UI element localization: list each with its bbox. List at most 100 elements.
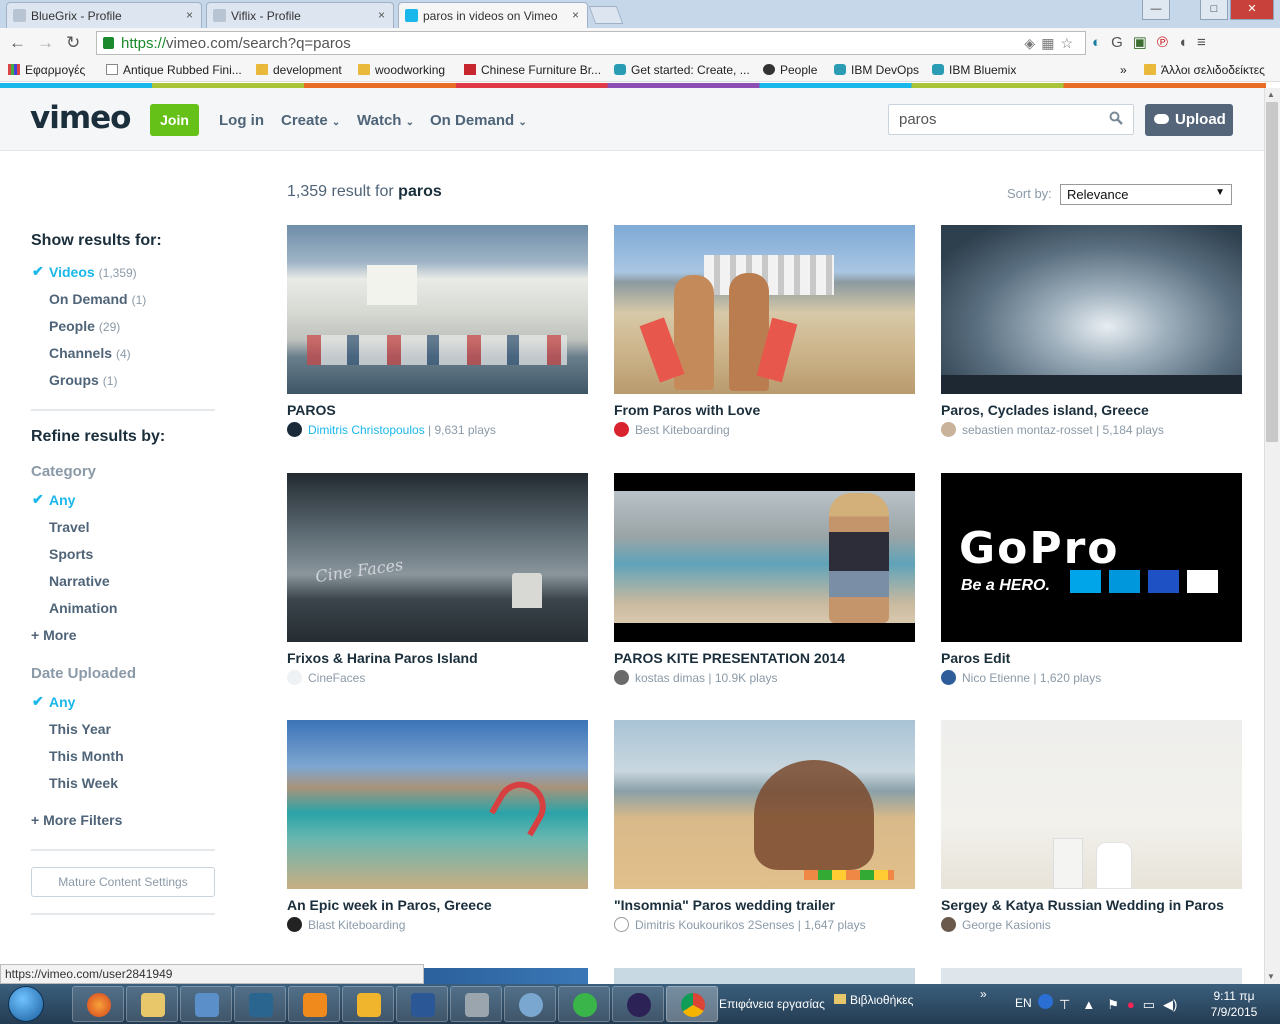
tab-vimeo-search[interactable]: paros in videos on Vimeo × (398, 2, 588, 29)
menu-icon[interactable]: ≡ (1197, 34, 1216, 51)
category-sports[interactable]: Sports (49, 546, 93, 562)
desktop-toolbar-label[interactable]: Επιφάνεια εργασίας (719, 997, 825, 1011)
taskbar-settings[interactable] (504, 986, 556, 1022)
video-author[interactable]: Dimitris Koukourikos 2Senses (635, 918, 794, 932)
taskbar-eclipse[interactable] (612, 986, 664, 1022)
video-author[interactable]: Blast Kiteboarding (308, 918, 405, 932)
login-link[interactable]: Log in (219, 112, 264, 129)
video-title[interactable]: From Paros with Love (614, 402, 915, 418)
bookmark-chinese-furniture[interactable]: Chinese Furniture Br... (464, 63, 601, 77)
video-card[interactable]: GoPro Be a HERO. Paros Edit Nico Etienne… (941, 473, 1242, 685)
avatar[interactable] (614, 670, 629, 685)
video-title[interactable]: PAROS KITE PRESENTATION 2014 (614, 650, 915, 666)
maximize-button[interactable]: □ (1200, 0, 1228, 20)
taskbar-chrome[interactable] (666, 986, 718, 1022)
taskbar-app-green[interactable] (558, 986, 610, 1022)
avatar[interactable] (941, 670, 956, 685)
taskbar-explorer[interactable] (126, 986, 178, 1022)
bookmark-apps[interactable]: Εφαρμογές (8, 63, 85, 77)
video-card[interactable]: "Insomnia" Paros wedding trailer Dimitri… (614, 720, 915, 932)
bookmark-development[interactable]: development (256, 63, 342, 77)
more-filters-link[interactable]: + More Filters (31, 812, 122, 828)
video-card[interactable]: Paros, Cyclades island, Greece sebastien… (941, 225, 1242, 437)
video-author[interactable]: kostas dimas (635, 671, 705, 685)
extension-image-icon[interactable]: ▣ (1133, 34, 1157, 51)
new-tab-button[interactable] (588, 6, 624, 24)
video-thumbnail[interactable] (941, 225, 1242, 394)
extension-g-icon[interactable]: G (1111, 34, 1133, 51)
nav-on-demand[interactable]: On Demand ⌄ (430, 112, 527, 129)
avatar[interactable] (287, 917, 302, 932)
category-travel[interactable]: Travel (49, 519, 89, 535)
minimize-button[interactable]: — (1142, 0, 1170, 20)
tab-close-icon[interactable]: × (572, 8, 579, 22)
video-title[interactable]: Frixos & Harina Paros Island (287, 650, 588, 666)
action-center-icon[interactable]: ⚑ (1107, 997, 1119, 1012)
pinterest-icon[interactable]: ℗ (1157, 34, 1178, 51)
avatar[interactable] (614, 422, 629, 437)
filter-groups[interactable]: Groups (1) (49, 372, 117, 388)
filter-on-demand[interactable]: On Demand (1) (49, 291, 146, 307)
video-card[interactable]: Sergey & Katya Russian Wedding in Paros … (941, 720, 1242, 932)
video-thumbnail[interactable] (614, 473, 915, 642)
avatar[interactable] (941, 422, 956, 437)
extension-wave-icon[interactable]: ◐ (1092, 34, 1111, 51)
vimeo-logo[interactable]: vimeo (30, 100, 131, 136)
avatar[interactable] (941, 917, 956, 932)
video-thumbnail[interactable]: Cine Faces (287, 473, 588, 642)
language-indicator[interactable]: EN (1015, 996, 1032, 1010)
category-more-link[interactable]: + More (31, 627, 77, 643)
pin-icon[interactable]: ⊤ (1059, 997, 1070, 1012)
shield-icon[interactable]: ◈ (1024, 35, 1041, 51)
volume-icon[interactable]: ◀) (1163, 997, 1177, 1012)
video-card[interactable]: From Paros with Love Best Kiteboarding (614, 225, 915, 437)
filter-videos[interactable]: ✔ Videos (1,359) (32, 263, 137, 280)
search-icon[interactable] (1109, 111, 1123, 125)
date-this-month[interactable]: This Month (49, 748, 124, 764)
video-thumbnail[interactable] (287, 720, 588, 889)
taskbar-outlook[interactable] (342, 986, 394, 1022)
help-icon[interactable] (1038, 994, 1053, 1009)
reload-icon[interactable]: ↻ (66, 33, 80, 53)
video-author[interactable]: Dimitris Christopoulos (308, 423, 425, 437)
scrollbar-thumb[interactable] (1266, 102, 1278, 442)
video-title[interactable]: PAROS (287, 402, 588, 418)
network-icon[interactable]: ▭ (1143, 997, 1155, 1012)
translate-icon[interactable]: ▦ (1041, 35, 1060, 51)
category-narrative[interactable]: Narrative (49, 573, 110, 589)
taskbar-word[interactable] (396, 986, 448, 1022)
filter-people[interactable]: People (29) (49, 318, 120, 334)
extension-feed-icon[interactable]: ◖ (1178, 34, 1197, 51)
video-author[interactable]: George Kasionis (962, 918, 1051, 932)
forward-arrow-icon[interactable]: → (37, 33, 54, 53)
bookmark-antique[interactable]: Antique Rubbed Fini... (106, 63, 242, 77)
join-button[interactable]: Join (150, 104, 199, 136)
star-icon[interactable]: ☆ (1060, 35, 1079, 51)
category-animation[interactable]: Animation (49, 600, 117, 616)
date-any[interactable]: ✔ Any (32, 693, 75, 710)
filter-channels[interactable]: Channels (4) (49, 345, 131, 361)
video-author[interactable]: Best Kiteboarding (635, 423, 730, 437)
start-button[interactable] (8, 986, 44, 1022)
tab-viflix[interactable]: Viflix - Profile × (206, 2, 394, 28)
security-icon[interactable]: ● (1127, 997, 1135, 1012)
video-title[interactable]: Paros, Cyclades island, Greece (941, 402, 1242, 418)
taskbar-mysql[interactable] (234, 986, 286, 1022)
avatar[interactable] (614, 917, 629, 932)
video-title[interactable]: Paros Edit (941, 650, 1242, 666)
avatar[interactable] (287, 422, 302, 437)
bookmark-people[interactable]: People (763, 63, 817, 77)
video-author[interactable]: CineFaces (308, 671, 365, 685)
date-this-week[interactable]: This Week (49, 775, 118, 791)
libraries-toolbar-label[interactable]: Βιβλιοθήκες (834, 993, 913, 1007)
video-title[interactable]: Sergey & Katya Russian Wedding in Paros (941, 897, 1242, 913)
toolbar-chevron[interactable]: » (980, 987, 987, 1001)
video-thumbnail-partial[interactable] (614, 968, 915, 984)
tab-bluegrix[interactable]: BlueGrix - Profile × (6, 2, 202, 28)
scroll-up-arrow-icon[interactable]: ▲ (1267, 90, 1275, 99)
video-thumbnail[interactable] (614, 225, 915, 394)
video-thumbnail[interactable] (287, 225, 588, 394)
address-bar[interactable]: https://vimeo.com/search?q=paros ◈▦☆ (96, 31, 1086, 55)
taskbar-remote[interactable] (180, 986, 232, 1022)
taskbar-media[interactable] (288, 986, 340, 1022)
